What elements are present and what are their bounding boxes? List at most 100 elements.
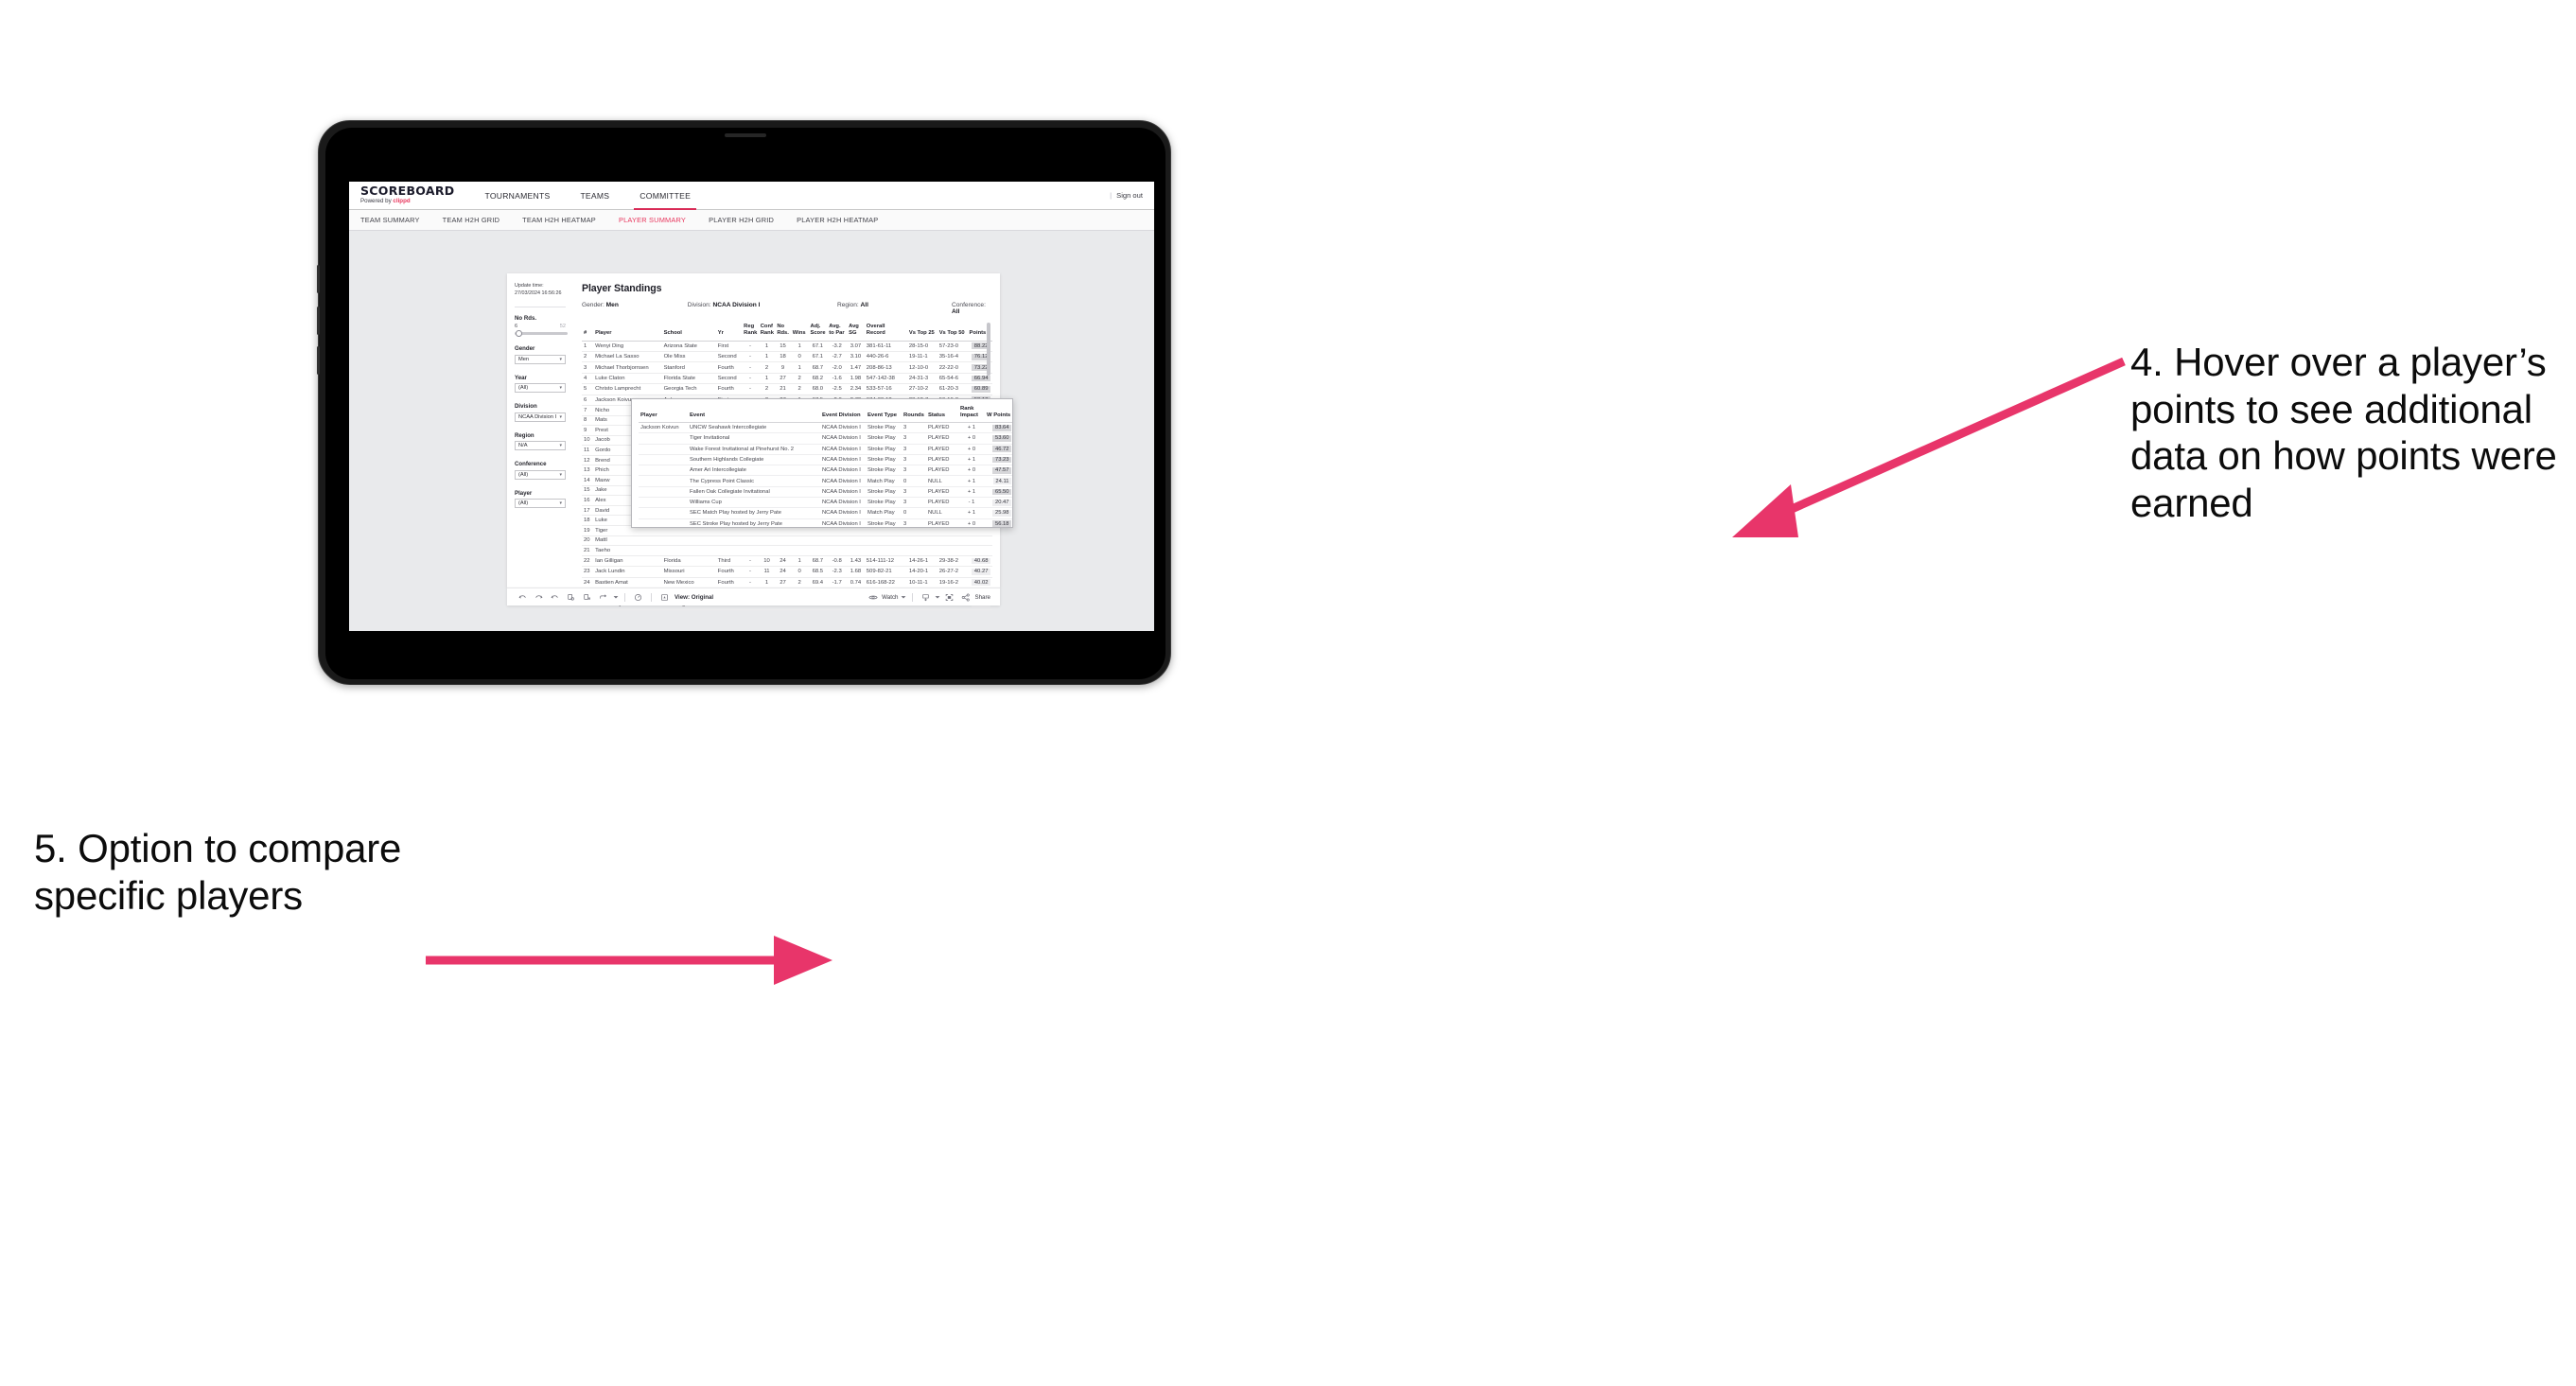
refresh-icon[interactable]	[563, 588, 579, 606]
col-player[interactable]: Player	[593, 323, 662, 342]
col-school[interactable]: School	[661, 323, 716, 342]
table-row[interactable]: 2 Michael La Sasso Ole Miss Second -1 18 0 67.1…	[582, 351, 992, 363]
pan-dropdown-caret-icon[interactable]	[611, 588, 620, 606]
tablet-side-button	[317, 265, 320, 293]
cell-n: 17	[582, 505, 594, 517]
tab-team-h2h-heatmap[interactable]: TEAM H2H HEATMAP	[511, 210, 607, 231]
brand-logo[interactable]: SCOREBOARD Powered by clippd	[349, 184, 469, 205]
cell-sg: 2.34	[847, 383, 865, 395]
col-vs-top-50[interactable]: Vs Top 50	[937, 323, 968, 342]
tab-team-summary[interactable]: TEAM SUMMARY	[360, 210, 431, 231]
view-original-icon[interactable]	[657, 588, 673, 606]
col-avg-to-par[interactable]: Avg. to Par	[827, 323, 848, 342]
col-rank[interactable]: #	[582, 323, 594, 342]
pan-icon[interactable]	[595, 588, 611, 606]
highlight-icon[interactable]	[630, 588, 646, 606]
col-avg-sg[interactable]: Avg SG	[847, 323, 865, 342]
cell-conf: 2	[758, 383, 776, 395]
cell-rds: 24	[775, 566, 791, 578]
col-reg-rank[interactable]: Reg Rank	[742, 323, 759, 342]
w-points-badge: 20.47	[992, 499, 1011, 506]
toolbar-divider	[651, 592, 652, 602]
table-row[interactable]: 3 Michael Thorbjornsen Stanford Fourth -2 9 1 6…	[582, 361, 992, 374]
tab-player-summary[interactable]: PLAYER SUMMARY	[607, 210, 697, 231]
standings-main: Player Standings Gender: Men Division: N…	[572, 273, 1013, 610]
filter-gender: Gender Men ▾	[515, 345, 566, 364]
revert-icon[interactable]	[547, 588, 563, 606]
col-wins[interactable]: Wins	[790, 323, 809, 342]
division-select[interactable]: NCAA Division I ▾	[515, 412, 566, 422]
event-points-table: Player Event Event Division Event Type R…	[639, 405, 1012, 527]
share-label[interactable]: Share	[974, 594, 990, 601]
watch-label[interactable]: Watch	[882, 594, 898, 601]
viz-bottom-toolbar: View: Original Watch Share	[507, 588, 1000, 605]
view-original-label[interactable]: View: Original	[675, 594, 713, 601]
table-row[interactable]: 1 Wenyi Ding Arizona State First -1 15 1 67.1 -3…	[582, 341, 992, 353]
gender-select[interactable]: Men ▾	[515, 354, 566, 364]
chevron-down-icon: ▾	[559, 500, 562, 507]
conference-select[interactable]: (All) ▾	[515, 469, 566, 480]
meta-gender-value: Men	[605, 302, 619, 308]
cell-n: 10	[582, 435, 594, 447]
no-rounds-slider[interactable]	[515, 329, 568, 338]
topnav-item-teams[interactable]: TEAMS	[565, 182, 624, 210]
tooltip-cell-rank: + 1	[958, 454, 985, 466]
col-overall-record[interactable]: Overall Record	[864, 323, 907, 342]
table-row[interactable]: 24 Bastien Amat New Mexico Fourth -1 27 2 69.4-…	[582, 577, 992, 588]
col-no-rds[interactable]: No Rds.	[775, 323, 791, 342]
tab-team-h2h-grid[interactable]: TEAM H2H GRID	[431, 210, 512, 231]
cell-sg	[847, 545, 865, 556]
watch-eye-icon[interactable]	[865, 588, 881, 606]
sign-out-link[interactable]: Sign out	[1116, 191, 1143, 200]
brand-tagline: Powered by clippd	[360, 198, 454, 204]
topnav-right-group: | Sign out	[1110, 191, 1154, 200]
tooltip-cell-division: NCAA Division I	[820, 465, 866, 477]
slide-canvas: 4. Hover over a player’s points to see a…	[0, 0, 2576, 1386]
cell-t25: 28-15-0	[906, 341, 938, 353]
tooltip-cell-rank: + 0	[958, 465, 985, 477]
table-row[interactable]: 5 Christo Lamprecht Georgia Tech Fourth -2 21…	[582, 383, 992, 395]
tooltip-cell-event: Williams Cup	[688, 497, 820, 509]
fullscreen-icon[interactable]	[941, 588, 957, 606]
cell-t50: 35-16-4	[937, 351, 968, 363]
undo-icon[interactable]	[515, 588, 531, 606]
year-select[interactable]: (All) ▾	[515, 383, 566, 394]
topnav-item-committee[interactable]: COMMITTEE	[624, 182, 706, 210]
cell-rec: 381-61-11	[864, 341, 907, 353]
scrollbar-thumb[interactable]	[987, 323, 990, 376]
pause-auto-update-icon[interactable]	[579, 588, 595, 606]
tooltip-cell-wpts: 20.47	[985, 497, 1012, 509]
download-icon[interactable]	[918, 588, 934, 606]
table-row[interactable]: 23 Jack Lundin Missouri Fourth -11 24 0 68.5 -2.…	[582, 566, 992, 578]
tab-player-h2h-heatmap[interactable]: PLAYER H2H HEATMAP	[785, 210, 889, 231]
table-row[interactable]: 21 Taeho	[582, 545, 992, 556]
redo-icon[interactable]	[531, 588, 547, 606]
watch-caret-icon[interactable]	[900, 588, 907, 606]
share-icon[interactable]	[957, 588, 973, 606]
tab-player-h2h-grid[interactable]: PLAYER H2H GRID	[697, 210, 785, 231]
col-conf-rank[interactable]: Conf Rank	[758, 323, 776, 342]
slider-handle[interactable]	[516, 329, 522, 338]
cell-par: -2.0	[827, 361, 848, 374]
table-row[interactable]: 20 Mattl	[582, 535, 992, 547]
table-row[interactable]: 22 Ian Gilligan Florida Third -10 24 1 68.7 -0.8…	[582, 555, 992, 568]
cell-n: 12	[582, 455, 594, 466]
cell-t50	[937, 545, 968, 556]
cell-n: 19	[582, 525, 594, 536]
col-adj-score[interactable]: Adj. Score	[808, 323, 828, 342]
cell-par	[827, 545, 848, 556]
topnav-item-tournaments[interactable]: TOURNAMENTS	[469, 182, 565, 210]
cell-reg: -	[742, 373, 759, 385]
region-select[interactable]: N/A ▾	[515, 441, 566, 451]
cell-t25: 14-26-1	[906, 555, 938, 568]
player-select[interactable]: (All) ▾	[515, 499, 566, 509]
cell-n: 7	[582, 405, 594, 416]
filter-conference-label: Conference	[515, 461, 547, 468]
list-item: The Cypress Point Classic NCAA Division I…	[639, 475, 1012, 487]
table-row[interactable]: 4 Luke Claton Florida State Second -1 27 2 68.2…	[582, 373, 992, 385]
download-caret-icon[interactable]	[934, 588, 941, 606]
tooltip-cell-type: Stroke Play	[866, 465, 902, 477]
col-vs-top-25[interactable]: Vs Top 25	[906, 323, 938, 342]
tooltip-cell-status: NULL	[926, 507, 958, 519]
col-yr[interactable]: Yr	[715, 323, 743, 342]
